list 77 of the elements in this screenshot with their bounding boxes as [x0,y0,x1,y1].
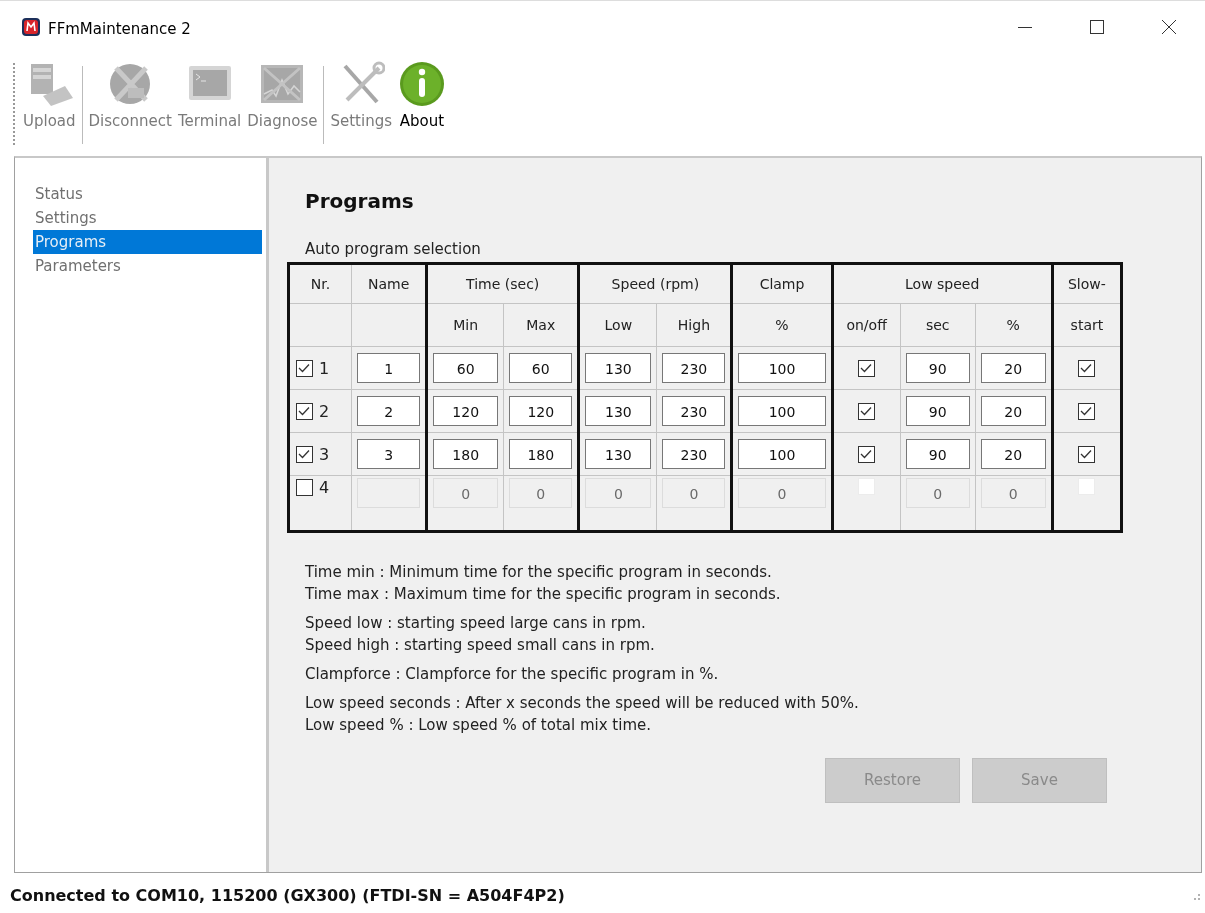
help-text: Low speed seconds : After x seconds the speed will be reduced with 50%. [305,693,860,714]
sidebar-item[interactable]: Settings [33,206,262,230]
input-field[interactable]: 0 [905,478,970,508]
input-field[interactable]: 0 [509,478,573,508]
input-field[interactable]: 60 [509,353,573,383]
sidebar-item[interactable]: Parameters [33,254,262,278]
input-field[interactable]: 230 [662,353,726,383]
input-field[interactable]: 130 [585,439,652,469]
row-number: 1 [319,358,330,378]
checkbox[interactable] [296,445,313,463]
input-field[interactable]: 90 [905,396,970,426]
sidebar-item[interactable]: Programs [33,230,262,254]
input-field[interactable]: 20 [980,396,1046,426]
help-text: Speed high : starting speed small cans in rpm. [305,635,656,656]
column-header: Time (sec) [426,263,579,304]
checkbox[interactable] [296,402,313,420]
input-field[interactable]: 100 [738,396,826,426]
input-field[interactable]: 120 [433,396,499,426]
info-icon [398,60,446,108]
checkbox[interactable] [296,479,313,496]
input-field[interactable]: 230 [662,439,726,469]
sidebar-item[interactable]: Status [33,182,262,206]
row-number: 2 [319,401,330,421]
column-header: Low speed [832,263,1053,304]
column-header: Low [578,303,657,347]
input-field[interactable]: 130 [585,396,652,426]
column-header: start [1052,303,1122,347]
app-logo-icon [22,17,40,36]
window-title: FFmMaintenance 2 [48,18,192,38]
help-text: Clampforce : Clampforce for the specific program in %. [305,664,720,685]
input-field[interactable]: 1 [357,353,421,383]
input-field[interactable]: 60 [433,353,499,383]
input-field[interactable]: 0 [738,478,826,508]
checkbox[interactable] [858,445,876,463]
input-field[interactable]: 90 [905,353,970,383]
help-text: Speed low : starting speed large cans in rpm. [305,613,647,634]
input-field[interactable]: 90 [905,439,970,469]
column-header: Slow- [1052,263,1122,304]
checkbox[interactable] [858,402,876,420]
input-field[interactable]: 20 [980,439,1046,469]
input-field[interactable]: 180 [509,439,573,469]
row-number: 4 [319,478,330,497]
close-icon[interactable] [1161,18,1177,35]
toolbar-button[interactable]: About [395,56,449,156]
column-header: Min [426,303,504,347]
checkbox[interactable] [1078,359,1096,377]
column-header: % [731,303,833,347]
input-field[interactable]: 20 [980,353,1046,383]
column-header: Speed (rpm) [578,263,732,304]
input-field[interactable]: 100 [738,439,826,469]
column-header: Nr. [288,263,352,304]
input-field[interactable]: 3 [357,439,421,469]
checkbox[interactable] [858,359,876,377]
checkbox[interactable] [1078,445,1096,463]
input-field[interactable]: 2 [357,396,421,426]
column-header: sec [900,303,976,347]
input-field[interactable]: 130 [585,353,652,383]
input-field[interactable]: 100 [738,353,826,383]
column-header: on/off [832,303,901,347]
checkbox[interactable] [1078,402,1096,420]
help-text: Low speed % : Low speed % of total mix time. [305,715,653,736]
section-label: Auto program selection [305,240,482,258]
maximize-icon[interactable] [1089,18,1105,35]
input-field[interactable]: 230 [662,396,726,426]
status-text: Connected to COM10, 115200 (GX300) (FTDI-SN = A504F4P2) [10,885,565,905]
input-field[interactable]: 0 [433,478,499,508]
row-number: 3 [319,444,330,464]
input-field[interactable]: 0 [980,478,1046,508]
help-text: Time max : Maximum time for the specific program in seconds. [305,584,782,605]
checkbox[interactable] [296,359,313,377]
page-heading: Programs [305,189,415,213]
column-header: Clamp [731,263,833,304]
input-field[interactable]: 0 [662,478,726,508]
input-field[interactable]: 0 [585,478,652,508]
input-field[interactable]: 180 [433,439,499,469]
input-field[interactable]: 120 [509,396,573,426]
help-text: Time min : Minimum time for the specific program in seconds. [305,562,773,583]
